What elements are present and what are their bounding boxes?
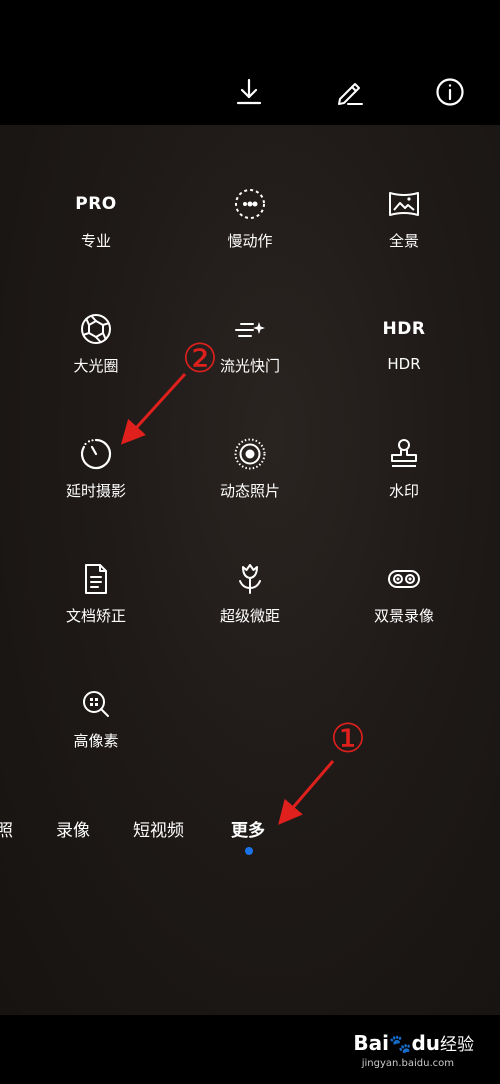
timelapse-icon	[36, 436, 156, 472]
aperture-icon	[36, 311, 156, 347]
info-icon[interactable]	[434, 76, 466, 108]
mode-label: 超级微距	[219, 607, 280, 625]
mode-panorama[interactable]: 全景	[344, 186, 464, 251]
mode-label: HDR	[387, 355, 421, 373]
mode-label: 大光圈	[73, 357, 119, 375]
mode-dual-view[interactable]: 双景录像	[344, 561, 464, 626]
download-icon[interactable]	[233, 76, 265, 108]
document-icon	[36, 561, 156, 597]
mode-aperture[interactable]: 大光圈	[36, 311, 156, 376]
mode-pro[interactable]: PRO 专业	[36, 186, 156, 251]
mode-label: 慢动作	[227, 232, 273, 250]
mode-timelapse[interactable]: 延时摄影	[36, 436, 156, 501]
watermark-url: jingyan.baidu.com	[361, 1058, 454, 1069]
baidu-watermark: Bai🐾du经验 jingyan.baidu.com	[353, 1030, 474, 1069]
tab-video[interactable]: 录像	[56, 816, 90, 841]
top-toolbar	[0, 0, 500, 125]
tab-photo[interactable]: 照	[0, 816, 13, 841]
mode-watermark[interactable]: 水印	[344, 436, 464, 501]
slow-motion-icon	[190, 186, 310, 222]
mode-label: 文档矫正	[65, 607, 126, 625]
mode-label: 专业	[80, 232, 111, 250]
mode-label: 延时摄影	[65, 482, 126, 500]
mode-hdr[interactable]: HDR HDR	[344, 311, 464, 373]
mode-label: 全景	[388, 232, 419, 250]
tab-more[interactable]: 更多	[231, 816, 265, 841]
tab-short-video[interactable]: 短视频	[133, 816, 184, 841]
mode-light-painting[interactable]: 流光快门	[190, 311, 310, 376]
edit-icon[interactable]	[334, 76, 366, 108]
watermark-brand: Bai	[353, 1031, 390, 1055]
hdr-icon: HDR	[382, 319, 426, 339]
moving-picture-icon	[190, 436, 310, 472]
super-macro-icon	[190, 561, 310, 597]
watermark-stamp-icon	[344, 436, 464, 472]
mode-label: 水印	[388, 482, 419, 500]
mode-label: 双景录像	[373, 607, 434, 625]
dual-view-icon	[344, 561, 464, 597]
watermark-brand-suffix: du	[411, 1031, 440, 1055]
mode-high-res[interactable]: 高像素	[36, 686, 156, 751]
light-painting-icon	[190, 311, 310, 347]
paw-icon: 🐾	[389, 1034, 412, 1055]
mode-label: 高像素	[73, 732, 119, 750]
mode-moving-picture[interactable]: 动态照片	[190, 436, 310, 501]
mode-label: 流光快门	[219, 357, 280, 375]
active-tab-indicator	[245, 847, 253, 855]
mode-label: 动态照片	[219, 482, 280, 500]
watermark-label: 经验	[440, 1035, 474, 1055]
mode-document[interactable]: 文档矫正	[36, 561, 156, 626]
mode-super-macro[interactable]: 超级微距	[190, 561, 310, 626]
mode-slow-motion[interactable]: 慢动作	[190, 186, 310, 251]
pro-icon: PRO	[75, 194, 117, 214]
camera-mode-tabs: 照 录像 短视频 更多	[0, 816, 500, 846]
high-res-icon	[36, 686, 156, 722]
panorama-icon	[344, 186, 464, 222]
